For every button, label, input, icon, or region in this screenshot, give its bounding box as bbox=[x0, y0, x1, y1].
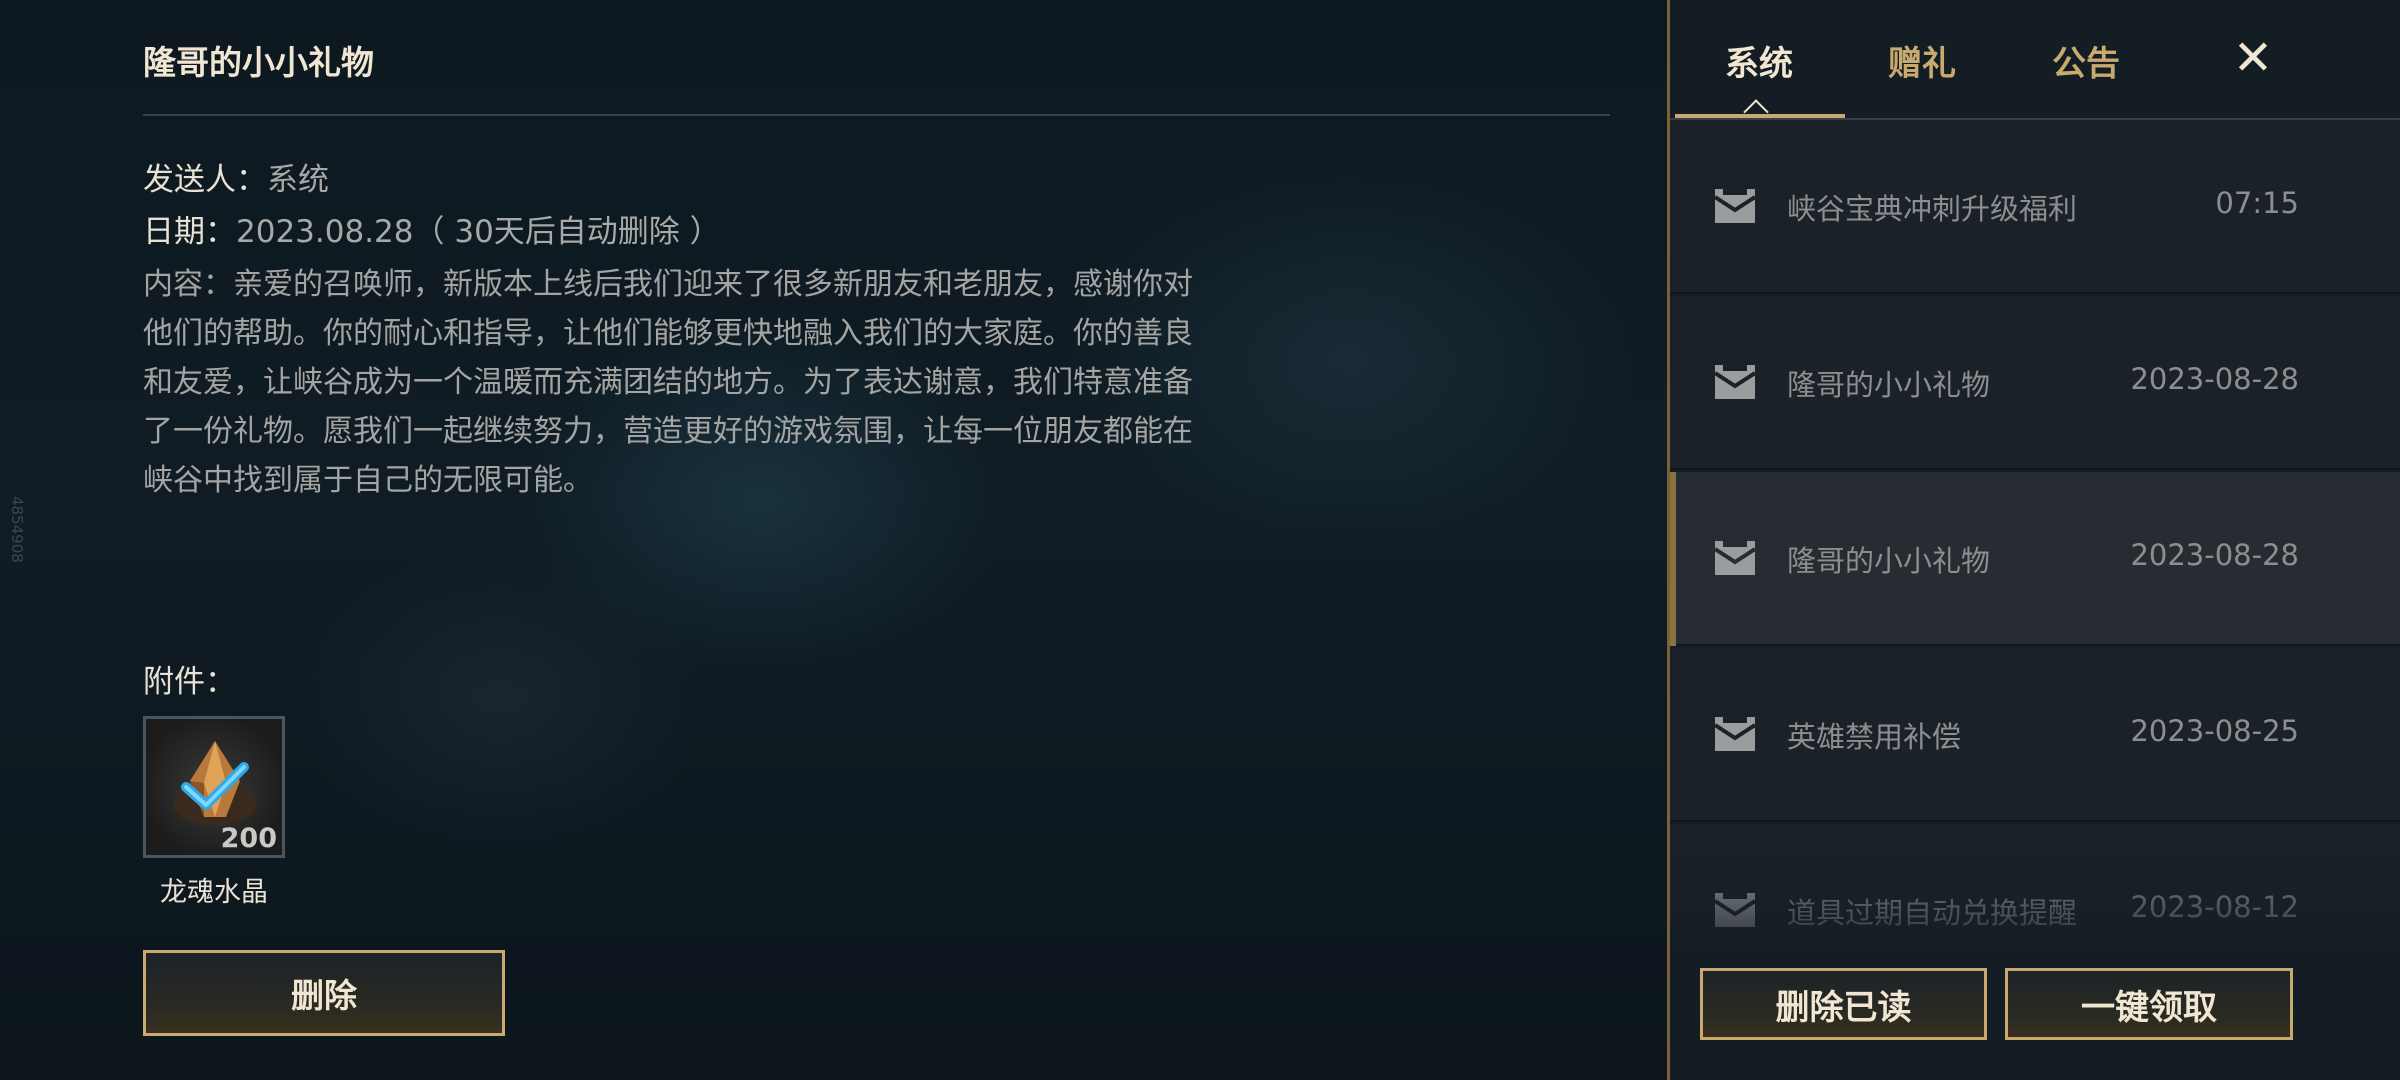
date-label: 日期： bbox=[143, 214, 236, 250]
mail-subject: 英雄禁用补偿 bbox=[1787, 720, 1962, 754]
mail-list-item[interactable]: 峡谷宝典冲刺升级福利 07:15 bbox=[1670, 120, 2400, 294]
mail-title: 隆哥的小小礼物 bbox=[143, 43, 374, 82]
mail-list[interactable]: 峡谷宝典冲刺升级福利 07:15 隆哥的小小礼物 2023-08-28 隆哥的小… bbox=[1670, 120, 2400, 950]
mail-list-panel: 系统 赠礼 公告 ✕ 峡谷宝典冲刺升级福利 07:15 隆哥的小小礼物 2023… bbox=[1667, 0, 2400, 1080]
mail-list-item-selected[interactable]: 隆哥的小小礼物 2023-08-28 bbox=[1670, 472, 2400, 646]
mail-list-item[interactable]: 道具过期自动兑换提醒 2023-08-12 bbox=[1670, 824, 2400, 950]
close-icon[interactable]: ✕ bbox=[2228, 33, 2278, 83]
attachments-label: 附件： bbox=[143, 664, 236, 700]
mail-list-item[interactable]: 隆哥的小小礼物 2023-08-28 bbox=[1670, 296, 2400, 470]
sender-label: 发送人： bbox=[143, 162, 267, 198]
attachment-slot[interactable]: 200 bbox=[143, 716, 285, 858]
tab-announcements[interactable]: 公告 bbox=[2052, 36, 2120, 85]
mail-subject: 隆哥的小小礼物 bbox=[1787, 544, 1991, 578]
tabs-bar: 系统 赠礼 公告 ✕ bbox=[1670, 0, 2400, 125]
mail-detail: 隆哥的小小礼物 发送人：系统 日期：2023.08.28（ 30天后自动删除 ）… bbox=[143, 0, 1613, 1080]
tab-system[interactable]: 系统 bbox=[1725, 36, 1793, 85]
mail-time: 2023-08-28 bbox=[2130, 362, 2299, 396]
delete-read-button[interactable]: 删除已读 bbox=[1700, 968, 1987, 1040]
mail-sender: 发送人：系统 bbox=[143, 154, 329, 199]
mail-subject: 隆哥的小小礼物 bbox=[1787, 368, 1991, 402]
sender-value: 系统 bbox=[267, 162, 329, 198]
attachment-count: 200 bbox=[220, 823, 277, 854]
envelope-icon bbox=[1714, 541, 1756, 575]
mail-time: 07:15 bbox=[2215, 186, 2299, 220]
mail-list-item[interactable]: 英雄禁用补偿 2023-08-25 bbox=[1670, 648, 2400, 822]
title-divider bbox=[143, 114, 1610, 116]
claim-all-button[interactable]: 一键领取 bbox=[2005, 968, 2293, 1040]
side-id-text: 4854908 bbox=[8, 496, 26, 563]
envelope-icon bbox=[1714, 365, 1756, 399]
mail-subject: 道具过期自动兑换提醒 bbox=[1787, 896, 2078, 930]
mail-time: 2023-08-28 bbox=[2130, 538, 2299, 572]
mail-screen: 4854908 隆哥的小小礼物 发送人：系统 日期：2023.08.28（ 30… bbox=[0, 0, 2400, 1080]
mail-time: 2023-08-25 bbox=[2130, 714, 2299, 748]
mail-subject: 峡谷宝典冲刺升级福利 bbox=[1787, 192, 2078, 226]
mail-content: 内容：亲爱的召唤师，新版本上线后我们迎来了很多新朋友和老朋友，感谢你对他们的帮助… bbox=[143, 267, 1193, 498]
envelope-icon bbox=[1714, 893, 1756, 927]
delete-button[interactable]: 删除 bbox=[143, 950, 505, 1036]
attachment-name: 龙魂水晶 bbox=[160, 877, 268, 908]
mail-time: 2023-08-12 bbox=[2130, 890, 2299, 924]
tab-gifts[interactable]: 赠礼 bbox=[1888, 36, 1956, 85]
envelope-icon bbox=[1714, 717, 1756, 751]
envelope-icon bbox=[1714, 189, 1756, 223]
mail-date: 日期：2023.08.28（ 30天后自动删除 ） bbox=[143, 206, 721, 251]
date-value: 2023.08.28（ 30天后自动删除 ） bbox=[236, 214, 721, 250]
